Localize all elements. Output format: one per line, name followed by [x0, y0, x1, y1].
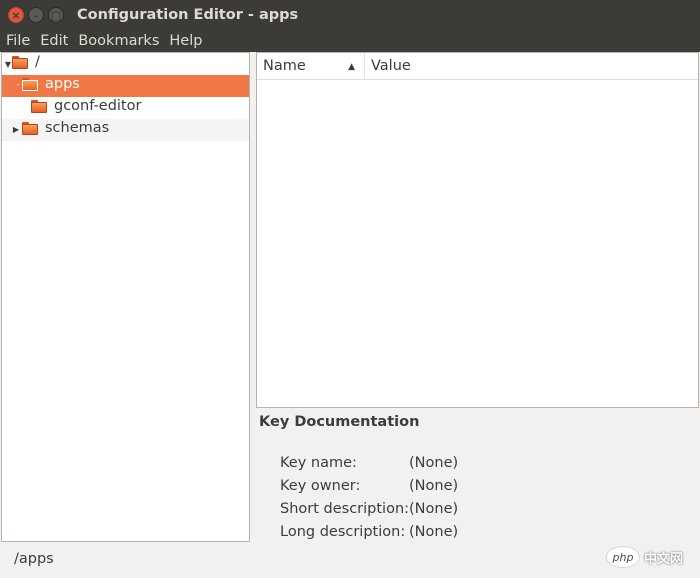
menu-bar: File Edit Bookmarks Help — [0, 30, 700, 52]
menu-file[interactable]: File — [4, 33, 36, 49]
folder-icon — [12, 56, 28, 69]
key-documentation-title: Key Documentation — [259, 414, 420, 430]
tree-item-label: apps — [45, 76, 80, 92]
tree-item-label: gconf-editor — [54, 98, 142, 114]
tree-item-label: schemas — [45, 120, 110, 136]
sort-ascending-icon: ▲ — [348, 62, 355, 72]
folder-icon — [31, 100, 47, 113]
window-controls: × – □ — [8, 7, 64, 23]
menu-bookmarks[interactable]: Bookmarks — [76, 33, 165, 49]
tree-item-apps[interactable]: - apps — [2, 75, 249, 97]
menu-help[interactable]: Help — [167, 33, 208, 49]
column-label: Value — [371, 58, 411, 74]
close-window-button[interactable]: × — [8, 7, 24, 23]
short-description-value: (None) — [409, 501, 459, 517]
menu-edit[interactable]: Edit — [38, 33, 74, 49]
folder-icon — [22, 122, 38, 135]
key-list-header: Name ▲ Value — [257, 53, 698, 80]
watermark: php 中文网 — [606, 546, 683, 568]
key-name-label: Key name: — [280, 455, 357, 471]
status-bar-path: /apps — [14, 551, 54, 567]
tree-item-schemas[interactable]: ▶ schemas — [2, 119, 249, 141]
key-name-value: (None) — [409, 455, 459, 471]
window-title: Configuration Editor - apps — [77, 7, 299, 23]
tree-item-label: / — [35, 54, 40, 70]
minimize-icon: – — [33, 8, 39, 22]
collapsed-arrow-icon[interactable]: ▶ — [11, 124, 21, 134]
key-owner-label: Key owner: — [280, 478, 361, 494]
long-description-value: (None) — [409, 524, 459, 540]
column-header-name[interactable]: Name ▲ — [257, 53, 365, 79]
short-description-label: Short description: — [280, 501, 410, 517]
watermark-text: 中文网 — [644, 551, 684, 567]
column-header-value[interactable]: Value — [365, 53, 698, 79]
maximize-window-button[interactable]: □ — [48, 7, 64, 23]
tree-item-gconf-editor[interactable]: gconf-editor — [2, 97, 249, 119]
close-icon: × — [11, 8, 21, 22]
php-logo: php — [606, 546, 640, 568]
column-label: Name — [263, 58, 306, 74]
key-list[interactable]: Name ▲ Value — [256, 52, 699, 408]
directory-tree[interactable]: ▼ / - apps gconf-editor ▶ schemas — [1, 52, 250, 542]
minimize-window-button[interactable]: – — [28, 7, 44, 23]
key-owner-value: (None) — [409, 478, 459, 494]
maximize-icon: □ — [50, 8, 62, 22]
long-description-label: Long description: — [280, 524, 406, 540]
folder-icon — [22, 78, 38, 91]
tree-item-root[interactable]: ▼ / — [2, 53, 249, 75]
title-bar: × – □ Configuration Editor - apps — [0, 0, 700, 30]
